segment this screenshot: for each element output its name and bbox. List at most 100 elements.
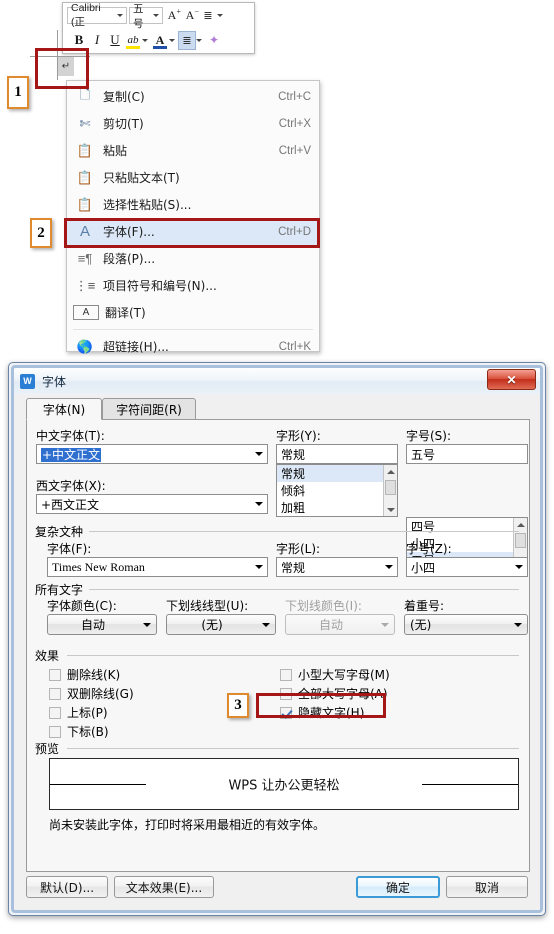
default-button[interactable]: 默认(D)...	[26, 876, 108, 898]
chinese-font-combo[interactable]: +中文正文	[36, 444, 268, 464]
chevron-down-icon[interactable]	[509, 622, 527, 627]
cs-font-combo[interactable]: Times New Roman	[47, 557, 268, 577]
font-name-combo[interactable]: Calibri (正	[67, 2, 127, 28]
italic-button[interactable]: I	[88, 31, 106, 50]
button-label: 文本效果(E)...	[125, 880, 203, 895]
shrink-font-button[interactable]: A −	[181, 6, 199, 25]
step-badge-1: 1	[7, 76, 29, 109]
grow-font-button[interactable]: A +	[163, 6, 181, 25]
font-size-value: 五号	[411, 447, 436, 462]
checkbox-label: 删除线(K)	[67, 668, 121, 682]
underline-button[interactable]: U	[106, 31, 124, 50]
chevron-down-icon[interactable]	[381, 558, 397, 576]
font-color-button[interactable]: A	[151, 31, 169, 50]
font-size-combo[interactable]: 五号	[129, 3, 163, 30]
chevron-down-icon[interactable]	[217, 14, 223, 17]
menu-item-shortcut: Ctrl+V	[278, 144, 311, 157]
close-icon[interactable]: ✕	[487, 369, 536, 390]
font-style-listbox[interactable]: 常规 倾斜 加粗	[276, 464, 398, 517]
checkbox-box[interactable]	[49, 687, 61, 700]
tab-font[interactable]: 字体(N)	[26, 398, 102, 420]
font-size-input[interactable]: 五号	[406, 444, 528, 464]
menu-item-paste[interactable]: 📋 粘贴 Ctrl+V	[67, 137, 319, 164]
menu-item-copy[interactable]: 🗋 复制(C) Ctrl+C	[67, 83, 319, 110]
chevron-down-icon[interactable]	[511, 558, 527, 576]
dialog-titlebar[interactable]: W 字体 ✕	[14, 368, 540, 394]
button-label: 确定	[385, 880, 410, 895]
font-tab-panel: 中文字体(T): +中文正文 西文字体(X): +西文正文 字形(Y): 常规	[26, 419, 530, 872]
group-divider	[67, 748, 519, 749]
menu-item-label: 超链接(H)...	[103, 340, 169, 354]
scroll-down-icon[interactable]	[384, 503, 397, 516]
cs-size-combo[interactable]: 小四	[406, 557, 528, 577]
group-divider	[89, 589, 519, 590]
checkbox-box[interactable]	[280, 668, 292, 681]
ok-button[interactable]: 确定	[356, 876, 440, 898]
group-divider	[89, 531, 519, 532]
align-icon[interactable]: ≣	[178, 30, 196, 50]
checkbox-box[interactable]	[49, 725, 61, 738]
scrollbar[interactable]	[383, 465, 397, 516]
menu-item-shortcut: Ctrl+X	[278, 117, 311, 130]
chevron-down-icon[interactable]	[257, 622, 275, 627]
step1-highlight-rect	[35, 48, 89, 89]
preview-note: 尚未安装此字体，打印时将采用最相近的有效字体。	[49, 818, 326, 832]
chevron-down-icon	[153, 14, 159, 17]
western-font-combo[interactable]: +西文正文	[36, 494, 268, 514]
format-painter-icon[interactable]: ✦	[205, 31, 223, 50]
chevron-down-icon[interactable]	[196, 38, 202, 42]
menu-item-translate[interactable]: A 翻译(T)	[67, 299, 319, 326]
shrink-font-label: A	[185, 8, 195, 22]
chevron-down-icon[interactable]	[138, 622, 156, 627]
checkbox-box[interactable]	[49, 706, 61, 719]
menu-item-paste-text-only[interactable]: 📋 只粘贴文本(T)	[67, 164, 319, 191]
menu-item-hyperlink[interactable]: 🌎 超链接(H)... Ctrl+K	[67, 333, 319, 360]
checkbox-strikethrough[interactable]: 删除线(K)	[49, 665, 259, 684]
paste-special-icon: 📋	[76, 196, 94, 212]
menu-item-paste-special[interactable]: 📋 选择性粘贴(S)...	[67, 191, 319, 218]
cancel-button[interactable]: 取消	[446, 876, 528, 898]
dialog-tabs: 字体(N) 字符间距(R)	[26, 398, 530, 420]
chevron-down-icon[interactable]	[251, 495, 267, 513]
scroll-up-icon[interactable]	[384, 465, 397, 478]
checkbox-subscript[interactable]: 下标(B)	[49, 722, 259, 741]
menu-item-paragraph[interactable]: ≡¶ 段落(P)...	[67, 245, 319, 272]
checkbox-box[interactable]	[49, 668, 61, 681]
underline-color-value: 自动	[318, 618, 343, 632]
font-dialog: W 字体 ✕ 字体(N) 字符间距(R) 中文字体(T): +中文正文 西文字体…	[8, 362, 546, 916]
step2-highlight-rect	[64, 218, 320, 248]
menu-item-cut[interactable]: ✄ 剪切(T) Ctrl+X	[67, 110, 319, 137]
highlight-button[interactable]: ab	[124, 31, 142, 50]
scroll-up-icon[interactable]	[514, 518, 527, 531]
scrollbar-thumb[interactable]	[385, 480, 396, 495]
chevron-down-icon[interactable]	[169, 38, 175, 42]
emphasis-mark-dropdown[interactable]: (无)	[404, 614, 528, 635]
hyperlink-icon: 🌎	[76, 338, 94, 354]
line-spacing-icon[interactable]: ≣	[199, 6, 217, 25]
menu-item-label: 翻译(T)	[105, 306, 146, 320]
menu-item-bullets-numbering[interactable]: ⋮≡ 项目符号和编号(N)...	[67, 272, 319, 299]
list-item[interactable]: 加粗	[277, 499, 397, 516]
list-item[interactable]: 倾斜	[277, 482, 397, 499]
underline-style-dropdown[interactable]: (无)	[166, 614, 276, 635]
checkbox-label: 双删除线(G)	[67, 687, 134, 701]
text-effects-button[interactable]: 文本效果(E)...	[114, 876, 214, 898]
emphasis-mark-label: 着重号:	[404, 599, 445, 613]
chinese-font-label: 中文字体(T):	[36, 429, 105, 443]
chevron-down-icon[interactable]	[251, 558, 267, 576]
font-style-input[interactable]: 常规	[276, 444, 398, 464]
chevron-down-icon[interactable]	[251, 445, 267, 463]
list-item[interactable]: 四号	[407, 518, 527, 535]
chevron-down-icon[interactable]	[142, 38, 148, 42]
list-item[interactable]: 常规	[277, 465, 397, 482]
checkbox-label: 小型大写字母(M)	[298, 668, 390, 682]
checkbox-small-caps[interactable]: 小型大写字母(M)	[280, 665, 510, 684]
scrollbar-thumb[interactable]	[515, 533, 526, 548]
underline-style-value: (无)	[201, 618, 223, 632]
tab-character-spacing[interactable]: 字符间距(R)	[102, 398, 196, 420]
cs-size-label: 字号(Z):	[406, 542, 452, 556]
logo-text: W	[23, 376, 32, 386]
menu-item-label: 复制(C)	[103, 90, 145, 104]
font-color-dropdown[interactable]: 自动	[47, 614, 157, 635]
cs-style-combo[interactable]: 常规	[276, 557, 398, 577]
